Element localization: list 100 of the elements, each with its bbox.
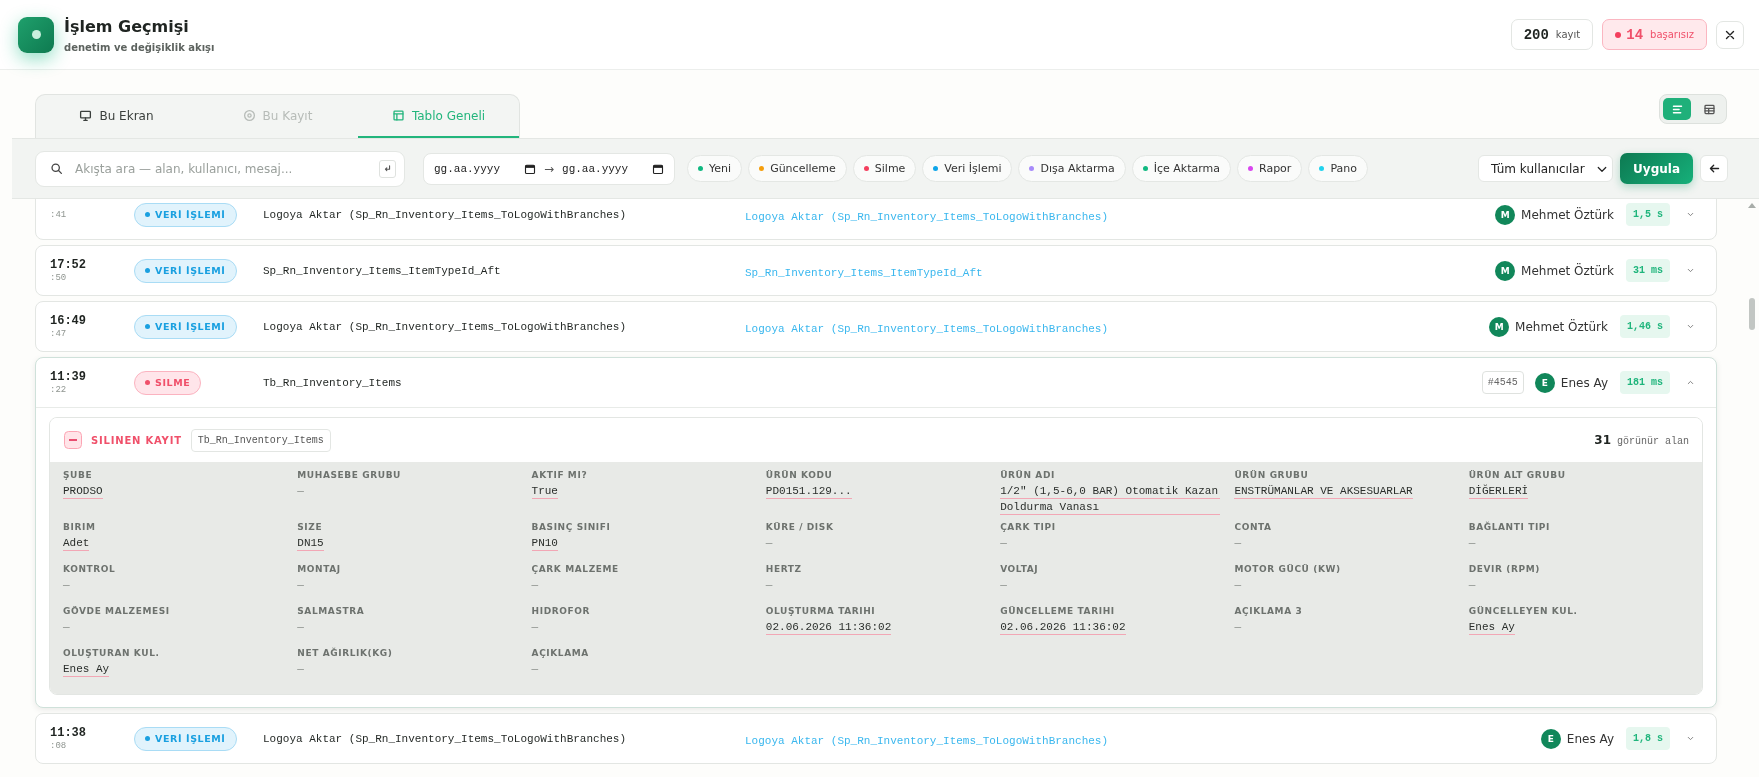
user-name: Enes Ay xyxy=(1560,375,1608,390)
field-value: — xyxy=(765,536,773,551)
log-entry-card[interactable]: 11:38 :08 VERİ İŞLEMİ Logoya Aktar (Sp_Rn_Inventory_Items_ToLogoWithBranches) Logoya Aktar (Sp_Rn_Inventory_Items_ToLogoWithBranches) E Enes Ay 1,8 s xyxy=(35,713,1717,764)
field-value: DİĞERLERİ xyxy=(1468,483,1529,499)
calendar-icon xyxy=(652,162,665,175)
entry-time: 17:52 xyxy=(50,258,87,272)
field-count-label: görünür alan xyxy=(1617,436,1689,447)
app-logo xyxy=(18,16,54,53)
type-badge: VERİ İŞLEMİ xyxy=(134,726,237,751)
field-label: MONTAJ xyxy=(297,564,341,574)
field-label: DEVIR (RPM) xyxy=(1468,564,1540,574)
field-value: — xyxy=(297,484,304,499)
field-label: KÜRE / DISK xyxy=(765,522,834,532)
type-badge: VERİ İŞLEMİ xyxy=(134,314,237,339)
enter-key-icon xyxy=(379,159,396,178)
scroll-up-arrow-icon[interactable] xyxy=(1748,203,1756,208)
field-value: — xyxy=(297,662,304,677)
minus-icon xyxy=(64,431,82,449)
field-label: ÜRÜN KODU xyxy=(765,470,833,480)
field-label: ÜRÜN ALT GRUBU xyxy=(1468,470,1566,480)
table-icon xyxy=(391,109,405,122)
search-field[interactable]: Akışta ara — alan, kullanıcı, mesaj... xyxy=(35,150,405,187)
duration-badge: 1,46 s xyxy=(1620,315,1670,338)
record-id: #4545 xyxy=(1481,371,1524,394)
apply-button[interactable]: Uygula xyxy=(1620,153,1693,184)
page-title: İşlem Geçmişi xyxy=(64,16,190,36)
close-button[interactable] xyxy=(1716,20,1744,49)
tab[interactable]: Bu Ekran xyxy=(36,95,197,138)
field-label: BASINÇ SINIFI xyxy=(531,522,611,532)
field-value: — xyxy=(63,578,70,593)
page-subtitle: denetim ve değişiklik akışı xyxy=(64,41,215,53)
filter-chip[interactable]: Yeni xyxy=(687,155,743,182)
scrollbar-thumb[interactable] xyxy=(1749,298,1755,330)
log-entry-card[interactable] xyxy=(35,357,1717,708)
field-value: — xyxy=(1234,536,1242,551)
list-view-button[interactable] xyxy=(1663,98,1691,120)
arrow-left-icon xyxy=(1707,162,1721,175)
field-label: AÇIKLAMA xyxy=(531,648,589,658)
grid-icon xyxy=(1702,102,1716,116)
log-entry-card[interactable]: 16:49 :47 VERİ İŞLEMİ Logoya Aktar (Sp_Rn_Inventory_Items_ToLogoWithBranches) Logoya Aktar (Sp_Rn_Inventory_Items_ToLogoWithBranches) M Mehmet Öztürk 1,46 s xyxy=(35,301,1717,352)
range-arrow: → xyxy=(544,161,555,176)
user-avatar: M xyxy=(1489,316,1510,337)
field-label: HERTZ xyxy=(765,564,802,574)
field-value: — xyxy=(1468,536,1476,551)
filter-chip[interactable]: Veri İşlemi xyxy=(922,155,1013,182)
back-button[interactable] xyxy=(1700,155,1728,182)
field-label: ÇARK MALZEME xyxy=(531,564,619,574)
field-label: SALMASTRA xyxy=(297,606,365,616)
record-count-label: kayıt xyxy=(1555,29,1581,40)
date-input[interactable]: gg.aa.yyyy xyxy=(434,162,520,175)
duration-badge: 31 ms xyxy=(1626,259,1670,282)
field-label: ŞUBE xyxy=(63,470,93,480)
entry-name: Logoya Aktar (Sp_Rn_Inventory_Items_ToLogoWithBranches) xyxy=(263,320,628,333)
search-input[interactable]: Akışta ara — alan, kullanıcı, mesaj... xyxy=(73,160,369,177)
user-avatar: E xyxy=(1534,372,1555,393)
duration-badge: 1,5 s xyxy=(1626,203,1670,226)
entry-name: Tb_Rn_Inventory_Items xyxy=(263,376,403,389)
type-badge: VERİ İŞLEMİ xyxy=(134,202,237,227)
date-input[interactable]: gg.aa.yyyy xyxy=(562,162,649,175)
filter-chip[interactable]: İçe Aktarma xyxy=(1131,155,1231,182)
monitor-icon xyxy=(79,109,93,122)
field-value: — xyxy=(1000,536,1007,551)
field-label: GÖVDE MALZEMESI xyxy=(63,606,170,616)
field-value: 1/2″ (1,5-6,0 BAR) Otomatik Kazan Doldurma Vanası xyxy=(1000,483,1221,515)
field-label: GÜNCELLEME TARIHI xyxy=(1000,606,1115,616)
field-label: NET AĞIRLIK(KG) xyxy=(297,648,393,658)
table-name-tag: Tb_Rn_Inventory_Items xyxy=(190,428,331,452)
field-value: — xyxy=(1234,578,1242,593)
failed-count: 14 xyxy=(1626,26,1644,43)
field-value: — xyxy=(1234,620,1242,635)
duration-badge: 1,8 s xyxy=(1626,727,1670,750)
field-label: MOTOR GÜCÜ (KW) xyxy=(1234,564,1341,574)
log-entry-card[interactable]: 17:52 :50 VERİ İŞLEMİ Sp_Rn_Inventory_Items_ItemTypeId_Aft Sp_Rn_Inventory_Items_ItemTypeId_Aft M Mehmet Öztürk 31 ms xyxy=(35,245,1717,296)
record-count: 200 xyxy=(1523,26,1549,43)
filter-chip[interactable]: Pano xyxy=(1308,155,1368,182)
field-label: ÜRÜN ADI xyxy=(1000,470,1055,480)
filter-chip[interactable]: Dışa Aktarma xyxy=(1018,155,1126,182)
log-entry-card[interactable]: :41 VERİ İŞLEMİ Logoya Aktar (Sp_Rn_Inventory_Items_ToLogoWithBranches) Logoya Aktar (Sp_Rn_Inventory_Items_ToLogoWithBranches) M Mehmet Öztürk 1,5 s xyxy=(35,199,1717,240)
field-value: — xyxy=(1468,578,1476,593)
filter-chip[interactable]: Güncelleme xyxy=(748,155,847,182)
search-icon xyxy=(50,162,63,175)
filter-chip[interactable]: Rapor xyxy=(1237,155,1303,182)
status-dot xyxy=(1615,31,1622,38)
target-icon xyxy=(242,109,256,122)
entry-seconds: :47 xyxy=(50,329,68,339)
field-value: — xyxy=(531,578,539,593)
type-badge: VERİ İŞLEMİ xyxy=(134,258,237,283)
entry-name: Sp_Rn_Inventory_Items_ItemTypeId_Aft xyxy=(263,264,502,277)
field-value: — xyxy=(531,662,539,677)
user-select[interactable]: Tüm kullanıcılar xyxy=(1478,155,1614,182)
field-label: BAĞLANTI TIPI xyxy=(1468,522,1550,532)
field-count: 31 xyxy=(1594,433,1611,447)
field-label: BIRIM xyxy=(63,522,96,532)
type-badge: SILME xyxy=(134,370,202,395)
panel-title: SILINEN KAYIT xyxy=(91,434,182,446)
field-label: MUHASEBE GRUBU xyxy=(297,470,401,480)
field-label: AÇIKLAMA 3 xyxy=(1234,606,1303,616)
calendar-icon xyxy=(524,162,536,175)
entry-time: 11:38 xyxy=(50,726,87,740)
filter-chip[interactable]: Silme xyxy=(852,155,917,182)
